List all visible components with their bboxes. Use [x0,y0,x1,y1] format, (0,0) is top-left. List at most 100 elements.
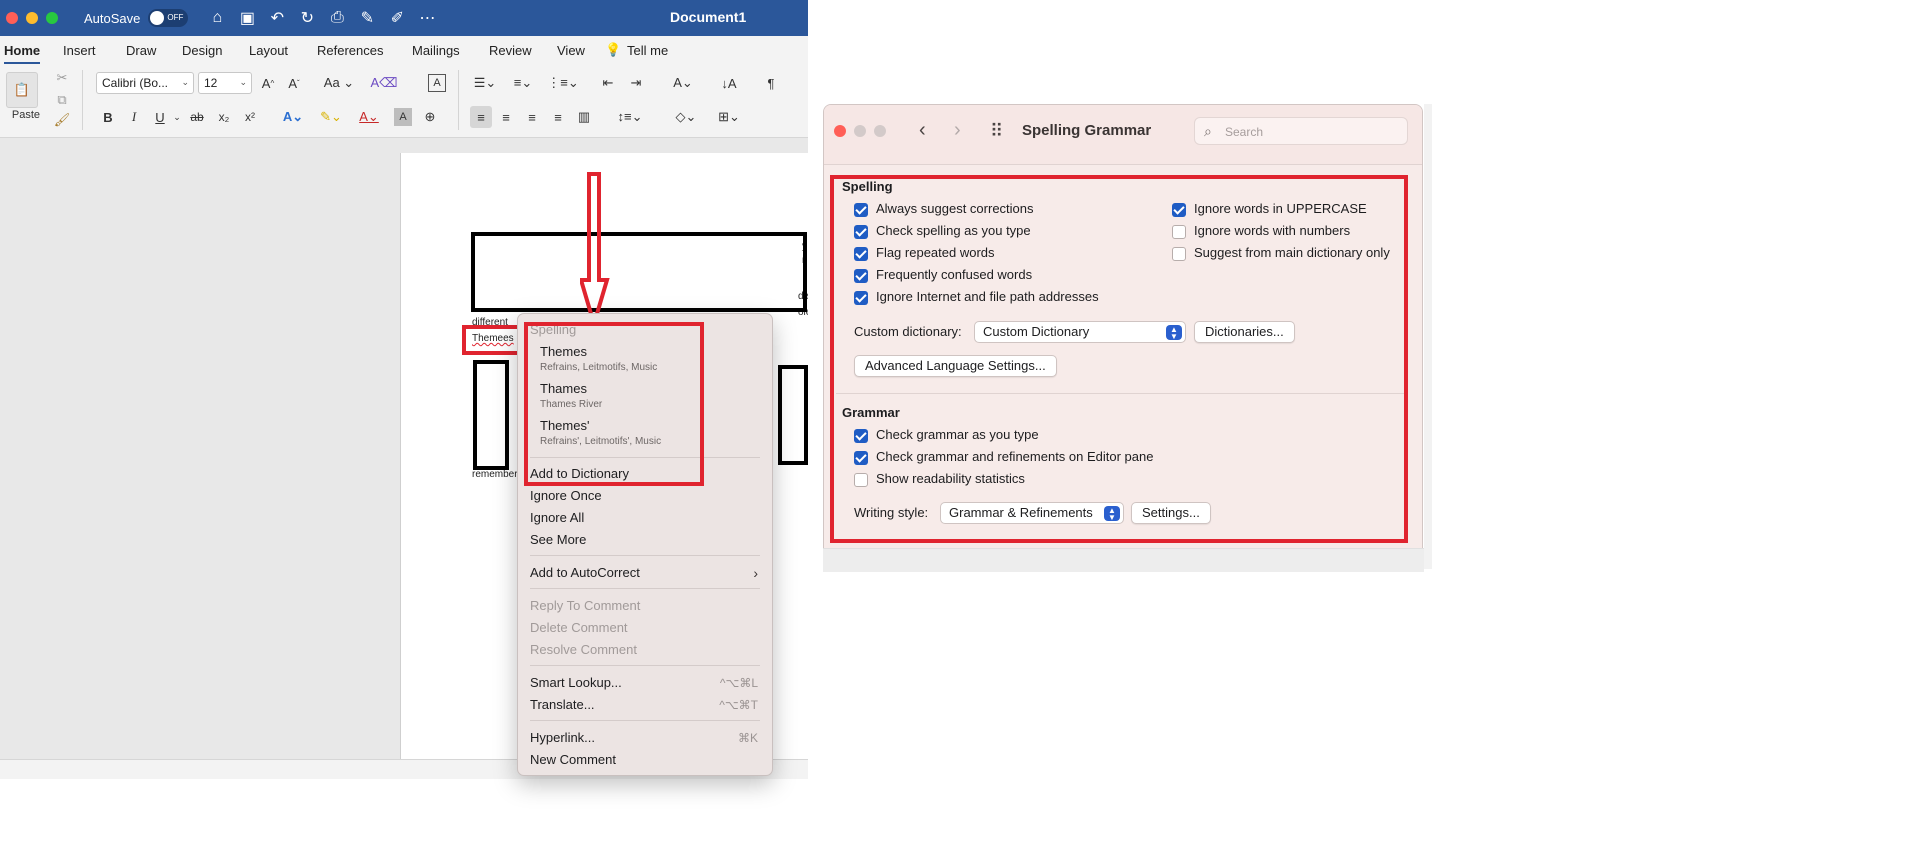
hyperlink-shortcut: ⌘K [737,731,758,745]
superscript-button[interactable]: x² [240,108,260,126]
redo-icon[interactable]: ↻ [292,8,322,28]
sort-icon[interactable]: ↓A [718,74,740,92]
translate-item[interactable]: Translate... [530,697,595,712]
paste-label: Paste [11,109,41,121]
align-center-icon[interactable]: ≡ [496,108,516,126]
font-name-value: Calibri (Bo... [102,76,169,90]
spelling-check-icon[interactable]: ✎ [352,8,382,28]
red-highlight-misspelled-word [462,325,524,355]
save-icon[interactable]: ▣ [232,8,262,28]
see-more-item[interactable]: See More [530,532,586,547]
line-spacing-icon[interactable]: ↕≡⌄ [614,108,646,126]
print-icon[interactable]: ⎙ [322,8,352,28]
numbering-icon[interactable]: ≡⌄ [508,74,538,92]
close-window-button[interactable] [834,125,846,137]
hyperlink-item[interactable]: Hyperlink... [530,730,595,745]
black-annotation-box [471,232,807,312]
tab-design[interactable]: Design [182,43,222,58]
bold-button[interactable]: B [100,108,116,126]
change-case-icon[interactable]: Aa ⌄ [322,74,356,92]
justify-icon[interactable]: ≡ [548,108,568,126]
doc-line-remember: remember [472,469,518,480]
reply-to-comment-item: Reply To Comment [530,598,641,613]
encircle-character-icon[interactable]: ⊕ [420,108,440,126]
align-right-icon[interactable]: ≡ [522,108,542,126]
close-window-button[interactable] [6,12,18,24]
cut-icon[interactable]: ✂ [54,70,70,86]
clear-formatting-icon[interactable]: A⌫ [370,74,397,92]
resolve-comment-item: Resolve Comment [530,642,637,657]
quick-access-toolbar: AutoSave OFF ⌂ ▣ ↶ ↻ ⎙ ✎ ✐ ⋯ [84,8,442,28]
toggle-knob [150,11,165,25]
undo-icon[interactable]: ↶ [262,8,292,28]
zoom-window-button[interactable] [874,125,886,137]
search-placeholder: Search [1225,125,1264,139]
screen: AutoSave OFF ⌂ ▣ ↶ ↻ ⎙ ✎ ✐ ⋯ Document1 H… [0,0,1932,867]
distributed-icon[interactable]: ▥ [574,108,594,126]
spelling-grammar-preferences-window: ‹ › ⠿ Spelling Grammar ⌕ Search Spelling… [823,104,1423,569]
font-size-value: 12 [204,76,218,90]
shrink-font-icon[interactable]: Aˇ [284,74,304,92]
more-icon[interactable]: ⋯ [412,8,442,28]
tab-layout[interactable]: Layout [249,43,288,58]
tab-references[interactable]: References [317,43,383,58]
multilevel-list-icon[interactable]: ⋮≡⌄ [546,74,580,92]
back-chevron-icon[interactable]: ‹ [919,119,926,142]
draw-icon[interactable]: ✐ [382,8,412,28]
decrease-indent-icon[interactable]: ⇤ [598,74,618,92]
paste-icon[interactable]: 📋 [6,72,38,108]
highlight-color-icon[interactable]: ✎⌄ [318,108,344,126]
grow-font-icon[interactable]: A ^ [258,74,278,92]
shading-icon[interactable]: ◇⌄ [670,108,702,126]
format-painter-icon[interactable]: 🖌 [54,112,71,128]
tab-review[interactable]: Review [489,43,532,58]
ignore-all-item[interactable]: Ignore All [530,510,584,525]
smart-lookup-item[interactable]: Smart Lookup... [530,675,622,690]
translate-shortcut: ^⌥⌘T [719,698,758,712]
tab-draw[interactable]: Draw [126,43,156,58]
add-to-autocorrect-item[interactable]: Add to AutoCorrect [530,565,640,580]
red-highlight-suggestions [524,322,704,486]
ignore-once-item[interactable]: Ignore Once [530,488,602,503]
underline-button[interactable]: U [152,108,168,126]
forward-chevron-icon[interactable]: › [954,119,961,142]
autosave-state: OFF [167,13,184,22]
borders-icon[interactable]: ⊞⌄ [712,108,746,126]
document-title: Document1 [670,9,747,25]
window-shadow-strip [823,548,1424,572]
strikethrough-button[interactable]: ab [186,108,208,126]
window-edge [1424,104,1432,569]
tell-me-search[interactable]: Tell me [627,43,668,58]
ribbon-tabs: Home Insert Draw Design Layout Reference… [0,36,808,64]
copy-icon[interactable]: ⧉ [54,92,70,108]
subscript-button[interactable]: x₂ [214,108,234,126]
tab-home[interactable]: Home [4,43,41,64]
black-annotation-box [473,360,509,470]
new-comment-item[interactable]: New Comment [530,752,616,767]
font-color-icon[interactable]: A⌄ [356,108,382,126]
minimize-window-button[interactable] [26,12,38,24]
asian-layout-icon[interactable]: A⌄ [666,74,700,92]
text-box-icon[interactable]: A [428,74,446,92]
align-left-icon[interactable]: ≡ [470,106,492,128]
zoom-window-button[interactable] [46,12,58,24]
character-shading-icon[interactable]: A [394,108,412,126]
minimize-window-button[interactable] [854,125,866,137]
prefs-search-field[interactable]: ⌕ Search [1194,117,1408,145]
tab-insert[interactable]: Insert [63,43,96,58]
bullets-icon[interactable]: ☰⌄ [470,74,500,92]
tab-mailings[interactable]: Mailings [412,43,460,58]
home-icon[interactable]: ⌂ [202,8,232,28]
font-name-select[interactable]: Calibri (Bo... ⌄ [96,72,194,94]
delete-comment-item: Delete Comment [530,620,628,635]
increase-indent-icon[interactable]: ⇥ [626,74,646,92]
autosave-toggle[interactable]: OFF [148,9,189,27]
show-all-grid-icon[interactable]: ⠿ [990,121,1003,142]
font-size-select[interactable]: 12 ⌄ [198,72,252,94]
show-formatting-icon[interactable]: ¶ [762,74,780,92]
italic-button[interactable]: I [126,108,142,126]
underline-dropdown-icon[interactable]: ⌄ [172,108,182,126]
tab-view[interactable]: View [557,43,585,58]
submenu-chevron-icon: › [753,565,758,581]
text-effects-icon[interactable]: A⌄ [282,108,304,126]
